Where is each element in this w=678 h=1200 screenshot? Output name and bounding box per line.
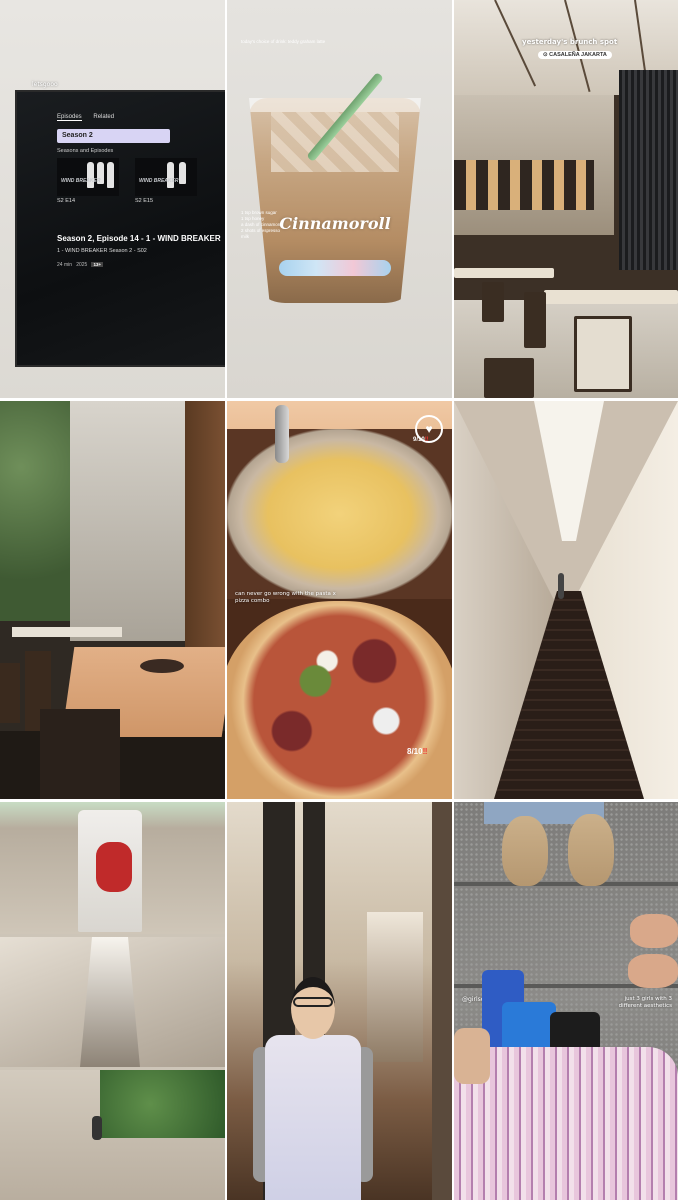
year: 2025 — [76, 262, 88, 268]
location-sticker: ⊙ CASALEÑA JAKARTA — [538, 51, 612, 59]
tile-dining-photo[interactable] — [0, 401, 225, 799]
collage-top — [0, 802, 225, 934]
character-figure — [179, 162, 186, 184]
plate — [140, 659, 184, 673]
face — [291, 977, 335, 1039]
cup-rim — [249, 98, 421, 112]
sandal — [630, 914, 678, 948]
far-corridor — [367, 912, 423, 1062]
top — [265, 1035, 361, 1200]
episode-subtitle: 1 - WIND BREAKER Season 2 - S02 — [57, 248, 147, 254]
shelf — [454, 160, 594, 210]
tile-food-photo[interactable]: ♥ 9/10‼ can never go wrong with the past… — [227, 401, 452, 799]
location-label: CASALEÑA JAKARTA — [549, 52, 607, 58]
tile-tv-photo[interactable]: letsgooo Episodes Related Season 2 Seaso… — [0, 0, 225, 398]
person — [253, 977, 373, 1200]
back-table — [12, 627, 122, 637]
chair — [40, 709, 120, 799]
sandal — [628, 954, 678, 988]
red-bag — [96, 842, 132, 892]
blue-bag — [502, 1002, 556, 1052]
glasses — [293, 997, 333, 1007]
pin-icon: ⊙ — [543, 52, 548, 58]
section-label: Seasons and Episodes — [57, 148, 114, 154]
score-mark: ‼ — [424, 437, 429, 443]
tv-screen: Episodes Related Season 2 Seasons and Ep… — [15, 90, 225, 367]
pasta-plate — [227, 429, 452, 599]
duration: 24 min — [57, 262, 73, 268]
episode-logo: WIND BREAKER — [139, 178, 179, 184]
pizza — [227, 601, 452, 799]
spoon — [275, 405, 289, 463]
person — [558, 573, 564, 599]
episode-meta: 24 min 2025 13+ — [57, 262, 104, 268]
episode-thumb: WIND BREAKER — [135, 158, 197, 196]
tile-shoes-photo[interactable]: @girlscarryingshit just 3 girls with 3 d… — [454, 802, 678, 1200]
column — [432, 802, 452, 1200]
top-score: 9/10‼ — [413, 437, 428, 443]
tile-caption: yesterday's brunch spot — [522, 38, 618, 46]
clog — [568, 814, 614, 886]
bottom-score: 8/10‼ — [407, 747, 427, 756]
tile-caption: letsgooo — [32, 81, 58, 88]
character-figure — [107, 162, 114, 188]
episode-label: S2 E15 — [135, 198, 154, 204]
collage-bottom — [0, 1070, 225, 1200]
tile-caption: just 3 girls with 3 different aesthetics — [618, 996, 672, 1009]
chair — [0, 663, 20, 723]
character-figure — [87, 162, 94, 188]
episode-title: Season 2, Episode 14 - 1 - WIND BREAKER — [57, 234, 221, 243]
garden-plants — [0, 401, 70, 621]
character-figure — [167, 162, 174, 188]
slatted-wall — [619, 70, 678, 270]
garden — [100, 1070, 225, 1138]
drink-heading: today's choice of drink: teddy graham la… — [241, 39, 326, 44]
collage-middle — [0, 937, 225, 1067]
chair — [574, 316, 632, 392]
stairway — [80, 937, 140, 1067]
chair — [484, 358, 534, 398]
step-edge — [454, 882, 678, 886]
tv-tabs: Episodes Related — [57, 114, 124, 121]
cup-decoration — [279, 260, 391, 276]
tile-portrait-photo[interactable] — [227, 802, 452, 1200]
rating-badge: 13+ — [91, 262, 104, 267]
hand — [454, 1028, 490, 1084]
score-value: 9/10 — [413, 437, 425, 443]
episode-logo: WIND BREAKER — [61, 178, 101, 184]
clog — [502, 816, 548, 886]
tile-drink-photo[interactable]: today's choice of drink: teddy graham la… — [227, 0, 452, 398]
skylight — [534, 401, 604, 541]
photo-grid: letsgooo Episodes Related Season 2 Seaso… — [0, 0, 678, 1200]
black-shoes — [550, 1012, 600, 1052]
season-selector: Season 2 — [57, 129, 170, 143]
tile-collage-photo[interactable] — [0, 802, 225, 1200]
table — [454, 268, 554, 278]
score-mark: ‼ — [422, 747, 428, 756]
tab-episodes: Episodes — [57, 114, 82, 121]
episode-thumb: WIND BREAKER — [57, 158, 119, 196]
score-value: 8/10 — [407, 747, 423, 756]
tile-corridor-photo[interactable] — [454, 401, 678, 799]
chair — [524, 292, 546, 348]
episode-label: S2 E14 — [57, 198, 76, 204]
table — [544, 290, 678, 304]
glass-window — [70, 401, 185, 641]
chair — [482, 282, 504, 322]
person — [92, 1116, 102, 1140]
tile-restaurant-photo[interactable]: yesterday's brunch spot ⊙ CASALEÑA JAKAR… — [454, 0, 678, 398]
tab-related: Related — [93, 114, 115, 120]
recipe-line: milk — [241, 234, 249, 239]
